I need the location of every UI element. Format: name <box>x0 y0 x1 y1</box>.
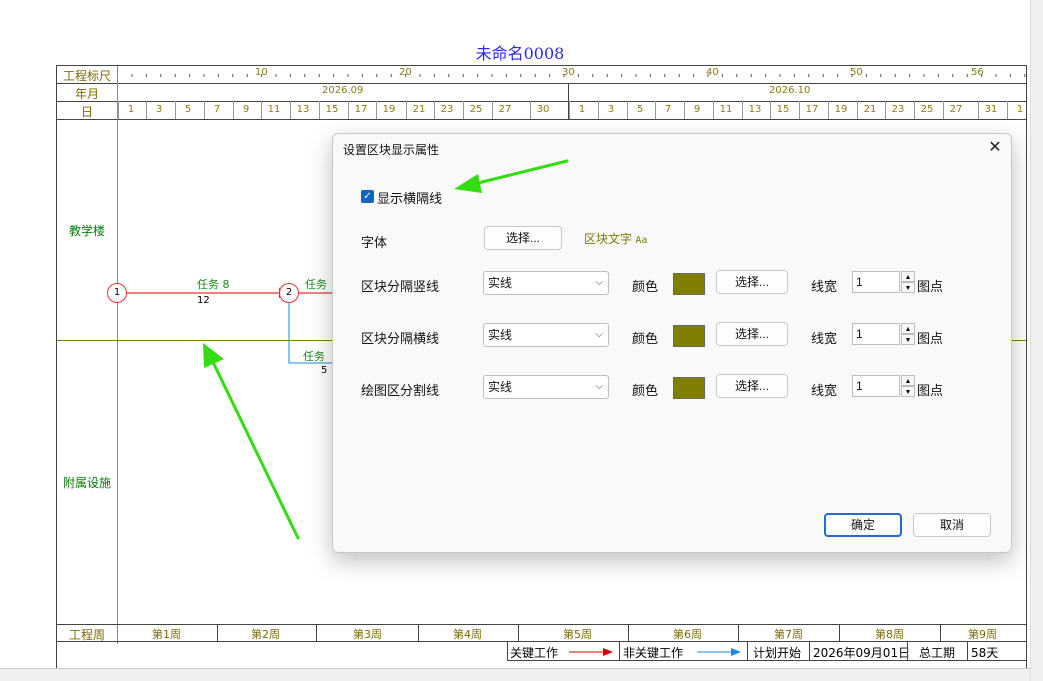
page: 未命名0008 工程标尺 年月 日 10 20 30 40 50 56 2026… <box>0 0 1043 681</box>
annotation-arrows <box>203 159 569 540</box>
